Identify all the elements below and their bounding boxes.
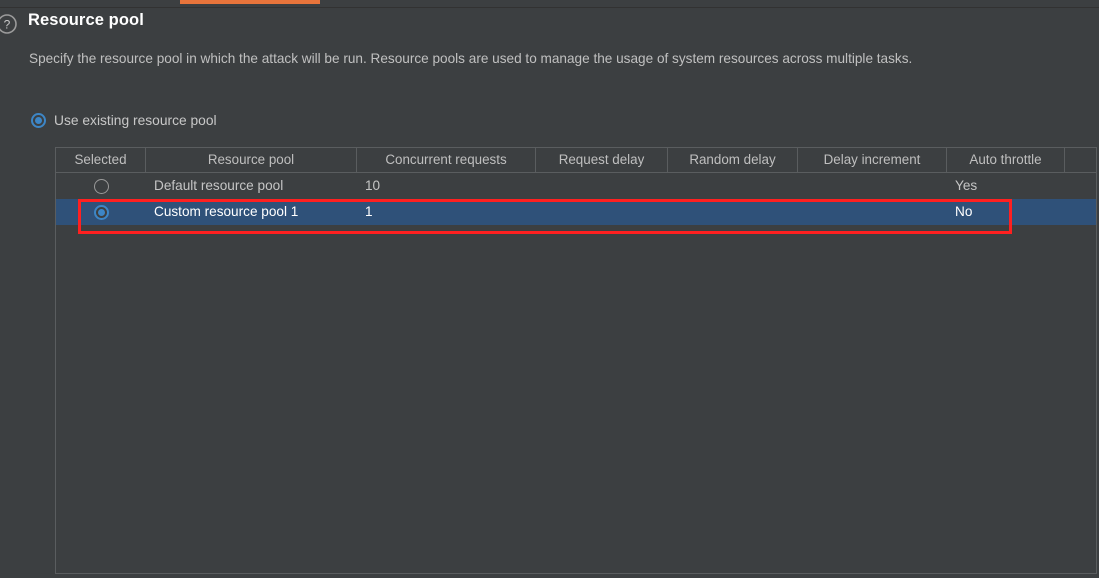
cell-request-delay (536, 173, 668, 199)
row-radio-cell[interactable] (56, 199, 146, 225)
row-select-radio[interactable] (93, 178, 109, 194)
cell-random-delay (668, 173, 798, 199)
active-tab-indicator (180, 0, 320, 4)
resource-pool-panel: ? Resource pool Specify the resource poo… (0, 0, 1099, 578)
svg-text:?: ? (4, 18, 11, 32)
cell-spacer (1065, 199, 1096, 225)
column-header-auto-throttle[interactable]: Auto throttle (947, 148, 1065, 172)
use-existing-pool-option[interactable]: Use existing resource pool (31, 110, 217, 130)
column-header-delay-increment[interactable]: Delay increment (798, 148, 947, 172)
cell-auto-throttle: Yes (955, 178, 978, 193)
cell-delay-increment (798, 199, 947, 225)
cell-concurrent-requests: 1 (365, 204, 373, 219)
column-header-selected[interactable]: Selected (56, 148, 146, 172)
cell-random-delay (668, 199, 798, 225)
question-circle-icon[interactable]: ? (0, 13, 18, 35)
row-radio-cell[interactable] (56, 173, 146, 199)
cell-delay-increment (798, 173, 947, 199)
page-description: Specify the resource pool in which the a… (29, 51, 913, 66)
column-header-resource-pool[interactable]: Resource pool (146, 148, 357, 172)
page-title: Resource pool (28, 11, 144, 29)
page-header: ? Resource pool (0, 11, 1099, 39)
column-header-random-delay[interactable]: Random delay (668, 148, 798, 172)
use-existing-pool-radio[interactable] (31, 112, 46, 128)
row-select-radio[interactable] (93, 204, 109, 220)
column-header-request-delay[interactable]: Request delay (536, 148, 668, 172)
table-header-row: Selected Resource pool Concurrent reques… (56, 148, 1096, 173)
cell-spacer (1065, 173, 1096, 199)
column-header-spacer (1065, 148, 1096, 172)
resource-pool-table[interactable]: Selected Resource pool Concurrent reques… (55, 147, 1097, 574)
table-row[interactable]: Custom resource pool 1 1 No (56, 199, 1096, 225)
column-header-concurrent-requests[interactable]: Concurrent requests (357, 148, 536, 172)
tab-strip (0, 0, 1099, 8)
cell-auto-throttle: No (955, 204, 973, 219)
cell-resource-pool: Custom resource pool 1 (154, 204, 299, 219)
use-existing-pool-label: Use existing resource pool (54, 112, 217, 128)
cell-concurrent-requests: 10 (365, 178, 381, 193)
table-row[interactable]: Default resource pool 10 Yes (56, 173, 1096, 199)
cell-resource-pool: Default resource pool (154, 178, 284, 193)
cell-request-delay (536, 199, 668, 225)
